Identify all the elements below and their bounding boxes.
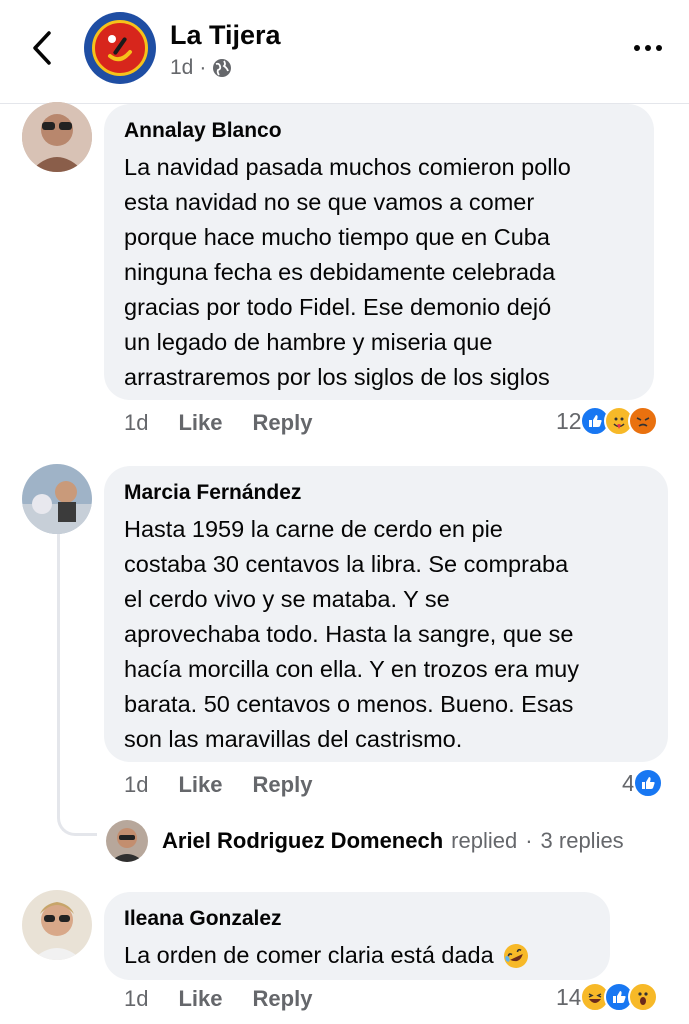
thread-line: [57, 534, 97, 836]
like-button[interactable]: Like: [178, 410, 222, 436]
page-name[interactable]: La Tijera: [170, 20, 281, 51]
reply-button[interactable]: Reply: [253, 986, 313, 1012]
comment-time[interactable]: 1d: [124, 772, 148, 798]
comment-actions: 1d Like Reply: [124, 410, 342, 436]
comment-author[interactable]: Annalay Blanco: [124, 118, 634, 144]
commenter-avatar[interactable]: [22, 464, 92, 534]
globe-icon: [213, 59, 232, 77]
reaction-count: 14: [556, 983, 582, 1010]
like-button[interactable]: Like: [178, 772, 222, 798]
reaction-summary[interactable]: 12: [556, 406, 658, 436]
comment-time[interactable]: 1d: [124, 986, 148, 1012]
more-dot: [634, 45, 640, 51]
view-replies-link[interactable]: Ariel Rodriguez Domenech replied · 3 rep…: [106, 820, 624, 862]
comment-text: Hasta 1959 la carne de cerdo en pie cost…: [124, 516, 579, 752]
back-button[interactable]: [22, 26, 62, 70]
comment-bubble: Annalay Blanco La navidad pasada muchos …: [104, 104, 654, 400]
more-dot: [656, 45, 662, 51]
reaction-summary[interactable]: 4: [622, 768, 663, 798]
like-reaction-icon: [632, 768, 663, 798]
commenter-avatar[interactable]: [22, 890, 92, 960]
comment-actions: 1d Like Reply: [124, 772, 342, 798]
comment-actions: 1d Like Reply: [124, 986, 342, 1012]
like-button[interactable]: Like: [178, 986, 222, 1012]
comment-text-content: La orden de comer claria está dada: [124, 942, 494, 968]
replier-avatar: [106, 820, 148, 862]
reply-button[interactable]: Reply: [253, 772, 313, 798]
more-dot: [645, 45, 651, 51]
post-meta: 1d ·: [170, 56, 232, 80]
page-logo: [92, 20, 148, 76]
commenter-avatar[interactable]: [22, 102, 92, 172]
replied-verb: replied: [451, 828, 518, 853]
comment-text: La navidad pasada muchos comieron pollo …: [124, 154, 571, 390]
meta-separator: ·: [199, 56, 207, 79]
post-header: La Tijera 1d ·: [0, 0, 689, 104]
angry-reaction-icon: [627, 406, 658, 436]
comment-text: La orden de comer claria está dada: [124, 938, 590, 973]
comment-bubble: Marcia Fernández Hasta 1959 la carne de …: [104, 466, 668, 762]
comment-author[interactable]: Marcia Fernández: [124, 480, 648, 506]
reaction-count: 12: [556, 407, 582, 434]
chevron-left-icon: [33, 31, 51, 65]
wow-reaction-icon: [627, 982, 658, 1012]
more-options-button[interactable]: [626, 36, 670, 60]
reaction-summary[interactable]: 14: [556, 982, 658, 1012]
comment-author[interactable]: Ileana Gonzalez: [124, 906, 590, 932]
replier-name: Ariel Rodriguez Domenech: [162, 828, 444, 853]
reply-button[interactable]: Reply: [253, 410, 313, 436]
reply-separator: ·: [525, 828, 533, 853]
reply-count: 3 replies: [540, 828, 624, 853]
post-time: 1d: [170, 56, 194, 79]
comment-bubble: Ileana Gonzalez La orden de comer claria…: [104, 892, 610, 980]
comment-time[interactable]: 1d: [124, 410, 148, 436]
rofl-emoji-icon: [503, 943, 528, 968]
page-avatar[interactable]: [84, 12, 156, 84]
